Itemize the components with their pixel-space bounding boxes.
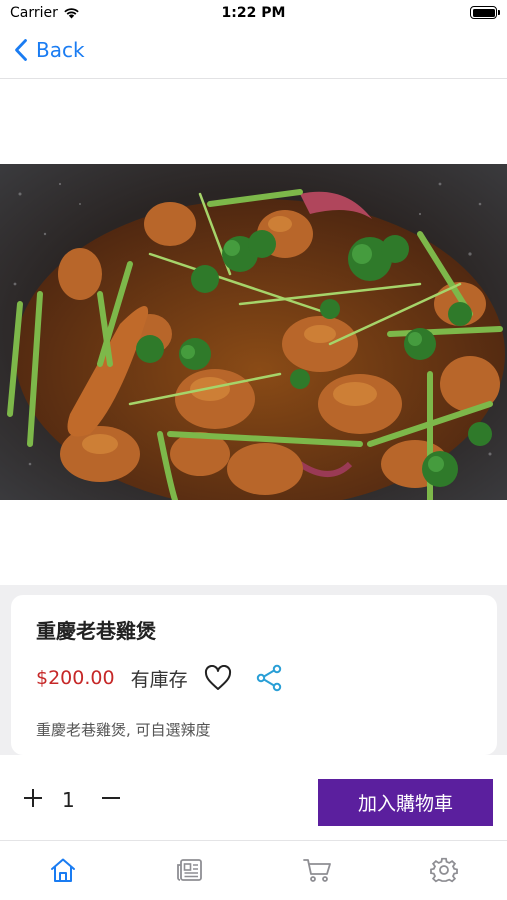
minus-icon [102, 797, 120, 799]
add-to-cart-button[interactable]: 加入購物車 [318, 779, 493, 826]
share-button[interactable] [256, 664, 282, 692]
product-card: 重慶老巷雞煲 $200.00 有庫存 重慶老巷雞煲, 可自選辣度 [11, 595, 497, 755]
battery-icon [470, 6, 500, 19]
stock-status: 有庫存 [130, 668, 188, 691]
tab-cart[interactable] [254, 841, 381, 900]
price-row: $200.00 有庫存 [36, 663, 282, 693]
gear-icon [429, 857, 458, 882]
cart-icon [302, 858, 331, 882]
battery-level [472, 8, 495, 17]
chevron-left-icon [15, 39, 27, 61]
status-bar: Carrier 1:22 PM [0, 0, 507, 30]
tab-bar [0, 841, 507, 900]
navigation-bar: Back [0, 30, 507, 79]
product-price: $200.00 [36, 667, 115, 689]
product-description: 重慶老巷雞煲, 可自選辣度 [36, 721, 211, 739]
newspaper-icon [177, 858, 203, 881]
plus-icon [24, 789, 42, 807]
heart-icon [204, 665, 231, 690]
cart-action-bar: 1 加入購物車 [0, 755, 507, 841]
quantity-value: 1 [62, 788, 75, 812]
back-button[interactable]: Back [14, 38, 85, 62]
tab-settings[interactable] [380, 841, 507, 900]
tab-news[interactable] [127, 841, 254, 900]
share-icon [256, 664, 281, 692]
increase-quantity-button[interactable] [22, 787, 44, 809]
home-icon [51, 858, 76, 882]
status-time: 1:22 PM [221, 5, 286, 21]
favorite-button[interactable] [204, 665, 232, 691]
dish-photo [0, 164, 507, 500]
product-name: 重慶老巷雞煲 [36, 619, 156, 643]
tab-home[interactable] [0, 841, 127, 900]
back-label: Back [36, 38, 85, 62]
product-image-area [0, 80, 507, 585]
decrease-quantity-button[interactable] [100, 787, 122, 809]
